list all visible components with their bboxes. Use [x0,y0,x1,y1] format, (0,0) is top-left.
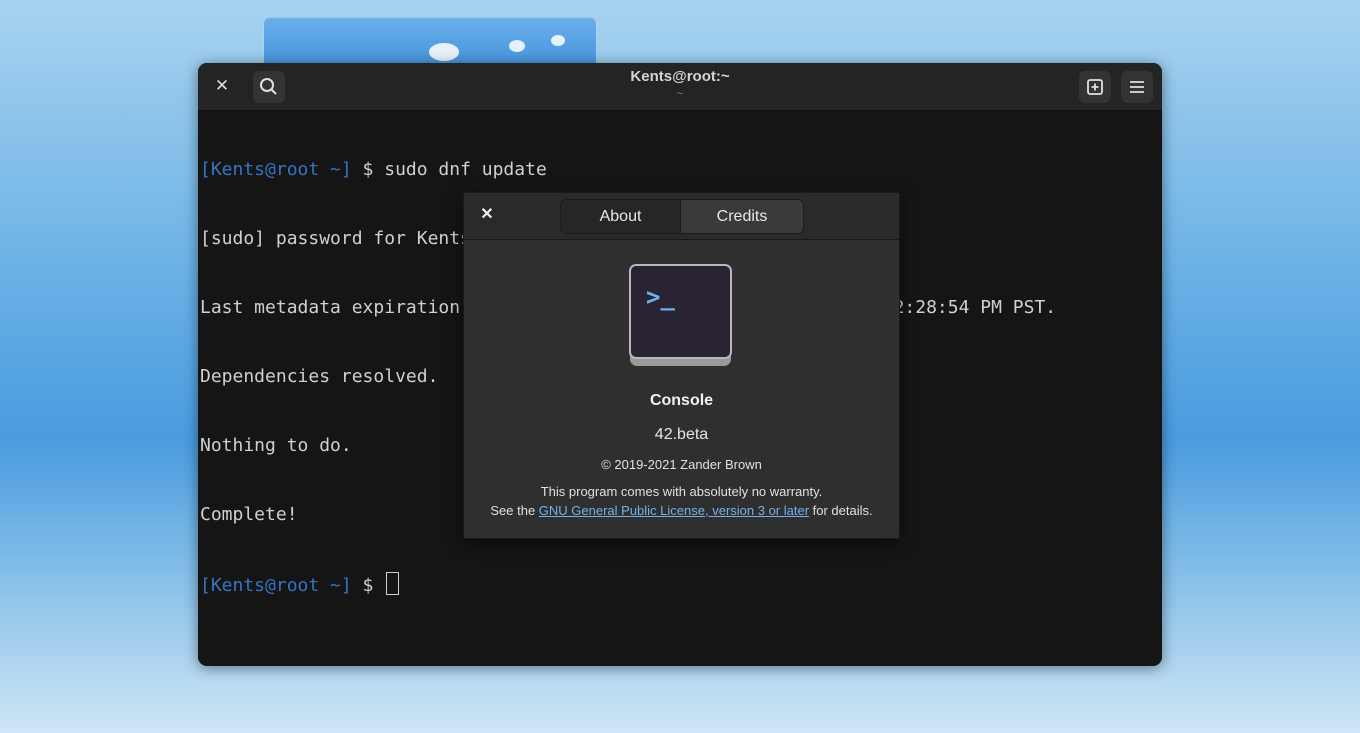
terminal-headerbar: ✕ Kents@root:~ ~ [198,63,1162,111]
warranty-text: This program comes with absolutely no wa… [540,484,823,499]
output-text: [sudo] password for Kents: [200,228,482,249]
shell-prompt: [Kents@root ~] [200,575,352,596]
window-subtitle: ~ [676,88,684,100]
output-text: Dependencies resolved. [200,366,439,387]
copyright-text: © 2019-2021 Zander Brown [601,457,762,472]
cloud-decoration [429,43,459,61]
cloud-decoration [551,35,565,46]
command-text: $ sudo dnf update [351,159,547,180]
window-title: Kents@root:~ [630,68,730,85]
output-text: Nothing to do. [200,435,352,456]
about-dialog: ✕ About Credits >_ Console 42.beta © 201… [463,192,900,539]
app-version: 42.beta [654,426,709,443]
license-text: See the GNU General Public License, vers… [464,503,899,518]
console-app-icon: >_ [629,264,732,367]
hamburger-menu-icon [1130,81,1144,93]
prompt-glyph: >_ [646,283,675,311]
tab-about[interactable]: About [561,200,681,233]
cloud-decoration [509,40,525,52]
output-text: Complete! [200,504,298,525]
new-tab-button[interactable] [1079,71,1111,103]
terminal-line: [Kents@root ~] $ sudo dnf update [200,158,1160,181]
dialog-header: ✕ About Credits [464,193,899,240]
license-suffix: for details. [809,503,873,518]
tab-switcher: About Credits [560,199,804,234]
license-prefix: See the [490,503,539,518]
command-text: $ [351,575,385,596]
terminal-line: [Kents@root ~] $ [200,572,1160,597]
new-tab-icon [1087,79,1103,95]
close-icon[interactable]: ✕ [474,200,500,230]
text-cursor [386,572,400,595]
app-name: Console [649,392,714,409]
shell-prompt: [Kents@root ~] [200,159,352,180]
main-menu-button[interactable] [1121,71,1153,103]
tab-credits[interactable]: Credits [681,200,803,233]
license-link[interactable]: GNU General Public License, version 3 or… [539,503,809,518]
